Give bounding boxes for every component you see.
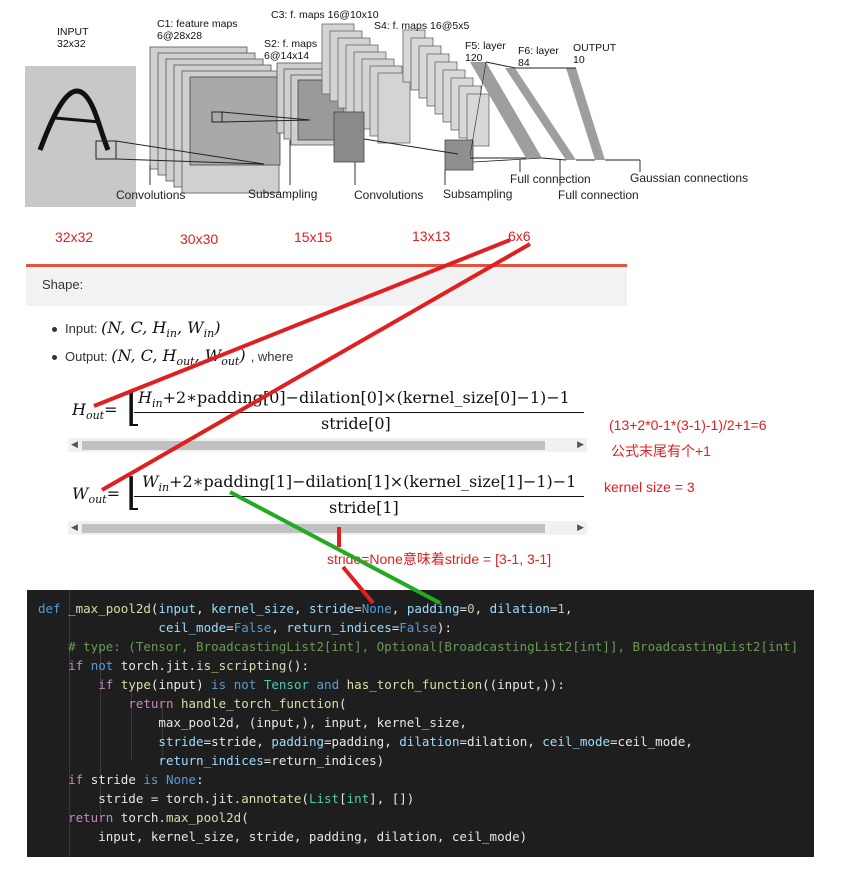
- s2-layer-label: S2: f. maps 6@14x14: [264, 38, 318, 62]
- code-block: def _max_pool2d(input, kernel_size, stri…: [27, 590, 814, 857]
- hout-formula-scrollbar[interactable]: ◀ ▶: [68, 438, 587, 452]
- code-line: if type(input) is not Tensor and has_tor…: [98, 677, 565, 692]
- code-line: return handle_torch_function(: [128, 696, 347, 711]
- code-line: if stride is None:: [68, 772, 204, 787]
- caption-full-connection-1: Full connection: [510, 172, 591, 186]
- caption-gaussian-connections: Gaussian connections: [630, 171, 749, 185]
- caption-full-connection-2: Full connection: [558, 188, 639, 202]
- code-line: input, kernel_size, stride, padding, dil…: [38, 829, 528, 844]
- size-annotation-6: 6x6: [508, 228, 531, 244]
- caption-subsampling-2: Subsampling: [443, 187, 513, 201]
- wout-formula: Wout= ⌊ Win+2∗padding[1]−dilation[1]×(ke…: [72, 470, 587, 522]
- c3-layer-label: C3: f. maps 16@10x10: [271, 9, 379, 21]
- code-line: max_pool2d, (input,), input, kernel_size…: [38, 715, 467, 730]
- code-line: return torch.max_pool2d(: [68, 810, 249, 825]
- output-layer-label: OUTPUT 10: [573, 42, 617, 66]
- c1-layer-label: C1: feature maps 6@28x28: [157, 18, 238, 42]
- f6-layer-label: F6: layer 84: [518, 45, 559, 69]
- scroll-left-icon[interactable]: ◀: [71, 522, 78, 533]
- kernel-size-note: kernel size = 3: [604, 479, 695, 495]
- bullet-dot: [52, 355, 57, 361]
- formula-note: (13+2*0-1*(3-1)-1)/2+1=6: [609, 417, 767, 433]
- hout-formula: Hout= ⌊ Hin+2∗padding[0]−dilation[0]×(ke…: [72, 386, 587, 438]
- shape-header-bar: [26, 264, 627, 306]
- size-annotation-15: 15x15: [294, 229, 333, 245]
- code-line: stride=stride, padding=padding, dilation…: [158, 734, 693, 749]
- caption-subsampling-1: Subsampling: [248, 187, 318, 201]
- scroll-right-icon[interactable]: ▶: [577, 439, 584, 450]
- caption-convolutions-1: Convolutions: [116, 188, 186, 202]
- scrollbar-thumb[interactable]: [82, 441, 545, 450]
- code-line: stride = torch.jit.annotate(List[int], […: [38, 791, 415, 806]
- code-line: if not torch.jit.is_scripting():: [68, 658, 309, 673]
- input-shape-bullet: Input: (N, C, Hin, Win): [52, 318, 220, 340]
- code-line: def _max_pool2d(input, kernel_size, stri…: [38, 601, 573, 616]
- shape-title: Shape:: [42, 277, 84, 292]
- input-shape-math: (N, C, Hin, Win): [101, 318, 221, 341]
- stride-note: stride=None意味着stride = [3-1, 3-1]: [327, 551, 552, 567]
- size-annotation-32: 32x32: [55, 229, 94, 245]
- caption-convolutions-2: Convolutions: [354, 188, 424, 202]
- formula-note-plus-one: 公式末尾有个+1: [611, 443, 711, 459]
- scroll-left-icon[interactable]: ◀: [71, 439, 78, 450]
- s4-layer-label: S4: f. maps 16@5x5: [374, 20, 470, 32]
- scrollbar-thumb[interactable]: [82, 524, 545, 533]
- code-line: return_indices=return_indices): [158, 753, 385, 768]
- lenet-diagram: INPUT 32x32 C1: feature maps 6@28x28 S2: f…: [0, 0, 841, 210]
- output-shape-math: (N, C, Hout, Wout): [111, 346, 251, 369]
- size-annotation-30: 30x30: [180, 231, 219, 247]
- input-layer-label: INPUT 32x32: [57, 26, 89, 50]
- scroll-right-icon[interactable]: ▶: [577, 522, 584, 533]
- size-annotation-13: 13x13: [412, 228, 451, 244]
- code-line: # type: (Tensor, BroadcastingList2[int],…: [38, 639, 799, 654]
- bullet-dot: [52, 327, 57, 333]
- wout-formula-scrollbar[interactable]: ◀ ▶: [68, 521, 587, 535]
- code-line: ceil_mode=False, return_indices=False):: [158, 620, 452, 635]
- output-shape-bullet: Output: (N, C, Hout, Wout) , where: [52, 346, 293, 368]
- f5-layer-label: F5: layer 120: [465, 40, 506, 64]
